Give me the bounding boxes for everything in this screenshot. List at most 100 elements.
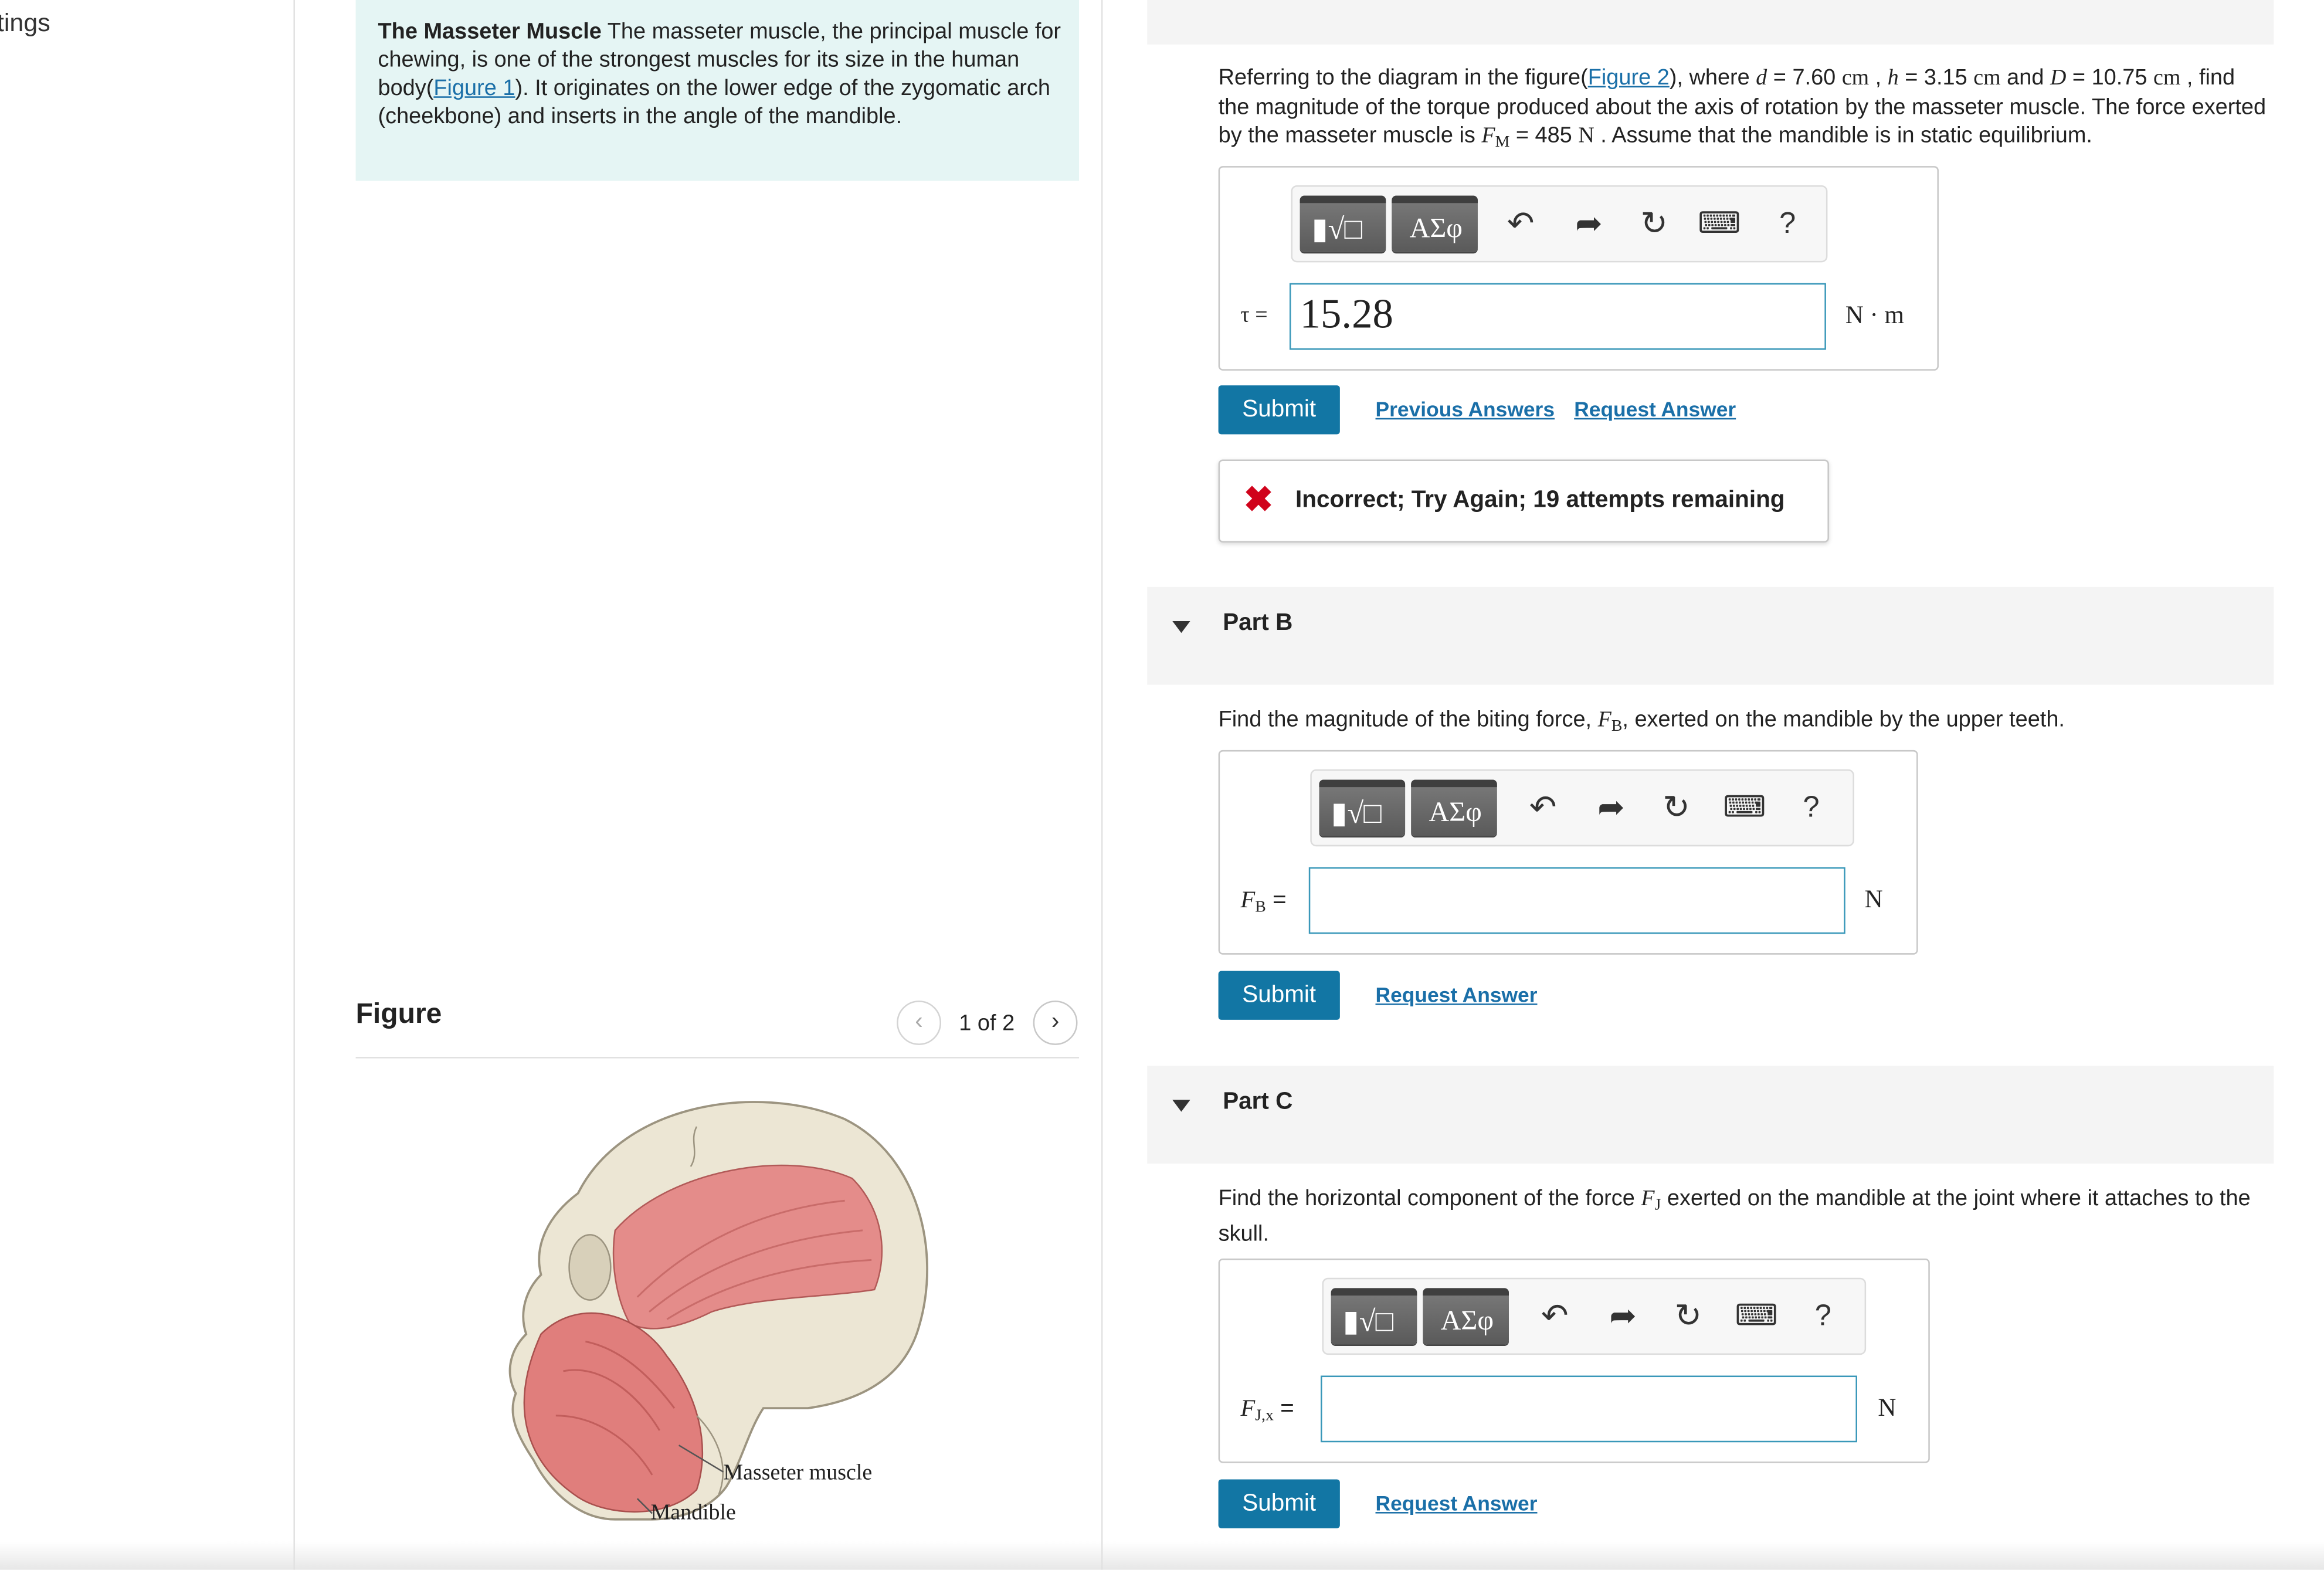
- reset-icon[interactable]: ↻: [1632, 202, 1677, 246]
- keyboard-icon[interactable]: ⌨: [1734, 1294, 1779, 1339]
- math-toolbar: ▮√□ ΑΣφ ↶ ➦ ↻ ⌨ ?: [1291, 185, 1828, 263]
- unit-h: cm: [1973, 66, 2001, 91]
- value-d: = 7.60: [1767, 65, 1842, 91]
- templates-button[interactable]: ▮√□: [1331, 1288, 1417, 1345]
- part-b-title: Part B: [1223, 611, 1293, 636]
- joint-force-x-input[interactable]: [1321, 1375, 1857, 1443]
- help-button[interactable]: ?: [1801, 1294, 1845, 1339]
- help-button[interactable]: ?: [1765, 202, 1810, 246]
- figure-heading: Figure: [355, 999, 442, 1030]
- part-a-answer-box: ▮√□ ΑΣφ ↶ ➦ ↻ ⌨ ? τ = 15.28 N · m: [1218, 166, 1939, 371]
- part-a-question: Referring to the diagram in the figure(F…: [1219, 64, 2268, 157]
- chevron-right-icon: ›: [1051, 1009, 1060, 1035]
- part-a-header-strip: [1147, 0, 2274, 45]
- keyboard-icon[interactable]: ⌨: [1697, 202, 1742, 246]
- math-toolbar: ▮√□ ΑΣφ ↶ ➦ ↻ ⌨ ?: [1310, 769, 1854, 847]
- unit-D: cm: [2153, 66, 2181, 91]
- page-root: tings The Masseter Muscle The masseter m…: [0, 0, 2324, 1570]
- var-d: d: [1756, 66, 1767, 91]
- symbols-button[interactable]: ΑΣφ: [1423, 1288, 1509, 1345]
- figure-1-link[interactable]: Figure 1: [433, 76, 515, 101]
- part-b-text: , exerted on the mandible by the upper t…: [1622, 707, 2065, 733]
- part-c-question: Find the horizontal component of the for…: [1219, 1184, 2268, 1248]
- var-F-sub: B: [1255, 898, 1266, 916]
- part-a-text: Referring to the diagram in the figure(: [1218, 65, 1588, 91]
- templates-icon: ▮√□: [1342, 1305, 1394, 1339]
- var-h: h: [1887, 66, 1899, 91]
- undo-icon[interactable]: ↶: [1532, 1294, 1577, 1339]
- undo-icon[interactable]: ↶: [1521, 786, 1565, 830]
- symbols-button[interactable]: ΑΣφ: [1411, 779, 1497, 836]
- unit-newton: N: [1878, 1393, 1896, 1422]
- divider: [355, 1057, 1080, 1059]
- symbols-button[interactable]: ΑΣφ: [1392, 195, 1478, 252]
- part-b-answer-box: ▮√□ ΑΣφ ↶ ➦ ↻ ⌨ ? FB = N: [1218, 750, 1918, 955]
- feedback-text: Incorrect; Try Again; 19 attempts remain…: [1295, 487, 1785, 513]
- reset-icon[interactable]: ↻: [1654, 786, 1699, 830]
- var-F-sub: B: [1611, 717, 1623, 735]
- figure-2-link[interactable]: Figure 2: [1588, 65, 1670, 90]
- var-F-sub: J,x: [1255, 1406, 1274, 1425]
- prev-figure-button[interactable]: ‹: [897, 1001, 941, 1045]
- symbols-label: ΑΣφ: [1440, 1305, 1494, 1337]
- unit-F: N: [1578, 124, 1594, 148]
- reset-icon[interactable]: ↻: [1666, 1294, 1711, 1339]
- undo-icon[interactable]: ↶: [1498, 202, 1543, 246]
- part-b-header[interactable]: Part B: [1147, 586, 2274, 685]
- part-c-submit-button[interactable]: Submit: [1218, 1479, 1340, 1528]
- intro-title: The Masseter Muscle: [378, 19, 602, 45]
- math-toolbar: ▮√□ ΑΣφ ↶ ➦ ↻ ⌨ ?: [1322, 1277, 1867, 1355]
- error-x-icon: ✖: [1243, 480, 1274, 521]
- nav-settings-label[interactable]: tings: [0, 9, 50, 39]
- unit-newton: N: [1864, 884, 1883, 913]
- request-answer-link[interactable]: Request Answer: [1574, 397, 1736, 421]
- unit-d: cm: [1841, 66, 1870, 91]
- caret-down-icon: [1172, 1100, 1190, 1112]
- templates-button[interactable]: ▮√□: [1319, 779, 1406, 836]
- symbols-label: ΑΣφ: [1409, 213, 1463, 245]
- part-c-title: Part C: [1223, 1089, 1293, 1115]
- var-F: F: [1240, 887, 1256, 913]
- feedback-box: ✖ Incorrect; Try Again; 19 attempts rema…: [1218, 459, 1829, 543]
- part-b-text: Find the magnitude of the biting force,: [1218, 707, 1598, 733]
- part-c-header[interactable]: Part C: [1147, 1066, 2274, 1164]
- request-answer-link[interactable]: Request Answer: [1376, 983, 1538, 1006]
- divider: [293, 0, 295, 1570]
- var-F: F: [1240, 1396, 1256, 1422]
- part-b-question: Find the magnitude of the biting force, …: [1219, 706, 2268, 741]
- redo-icon[interactable]: ➦: [1601, 1294, 1646, 1339]
- biting-force-input[interactable]: [1308, 867, 1845, 934]
- part-b-submit-button[interactable]: Submit: [1218, 971, 1340, 1020]
- bottom-shadow: [0, 1541, 2324, 1570]
- masseter-muscle-label: Masseter muscle: [723, 1462, 873, 1486]
- divider: [1101, 0, 1103, 1570]
- redo-icon[interactable]: ➦: [1567, 202, 1611, 246]
- keyboard-icon[interactable]: ⌨: [1722, 786, 1767, 830]
- request-answer-link[interactable]: Request Answer: [1376, 1491, 1538, 1515]
- caret-down-icon: [1172, 621, 1190, 633]
- tau-label: τ =: [1240, 304, 1268, 328]
- templates-icon: ▮√□: [1331, 797, 1382, 830]
- part-a-text: . Assume that the mandible is in static …: [1594, 123, 2092, 148]
- value-D: = 10.75: [2066, 65, 2154, 91]
- intro-text: The Masseter Muscle The masseter muscle,…: [378, 18, 1063, 130]
- unit-newton-meter: N · m: [1845, 301, 1905, 330]
- fjx-label: FJ,x =: [1241, 1396, 1294, 1425]
- equals: =: [1273, 1396, 1294, 1422]
- part-a-submit-button[interactable]: Submit: [1218, 385, 1340, 435]
- previous-answers-link[interactable]: Previous Answers: [1376, 397, 1555, 421]
- var-F: F: [1597, 708, 1611, 733]
- value-F: = 485: [1509, 123, 1579, 148]
- next-figure-button[interactable]: ›: [1033, 1001, 1078, 1045]
- torque-input-value: 15.28: [1300, 291, 1393, 338]
- help-button[interactable]: ?: [1789, 786, 1834, 830]
- torque-input[interactable]: 15.28: [1289, 283, 1826, 350]
- mandible-label: Mandible: [650, 1501, 736, 1525]
- separator: ,: [1869, 65, 1888, 91]
- redo-icon[interactable]: ➦: [1589, 786, 1633, 830]
- templates-button[interactable]: ▮√□: [1300, 195, 1386, 252]
- var-F: F: [1641, 1187, 1655, 1211]
- equals: =: [1266, 887, 1287, 913]
- intro-panel: The Masseter Muscle The masseter muscle,…: [355, 0, 1080, 181]
- templates-icon: ▮√□: [1311, 213, 1362, 246]
